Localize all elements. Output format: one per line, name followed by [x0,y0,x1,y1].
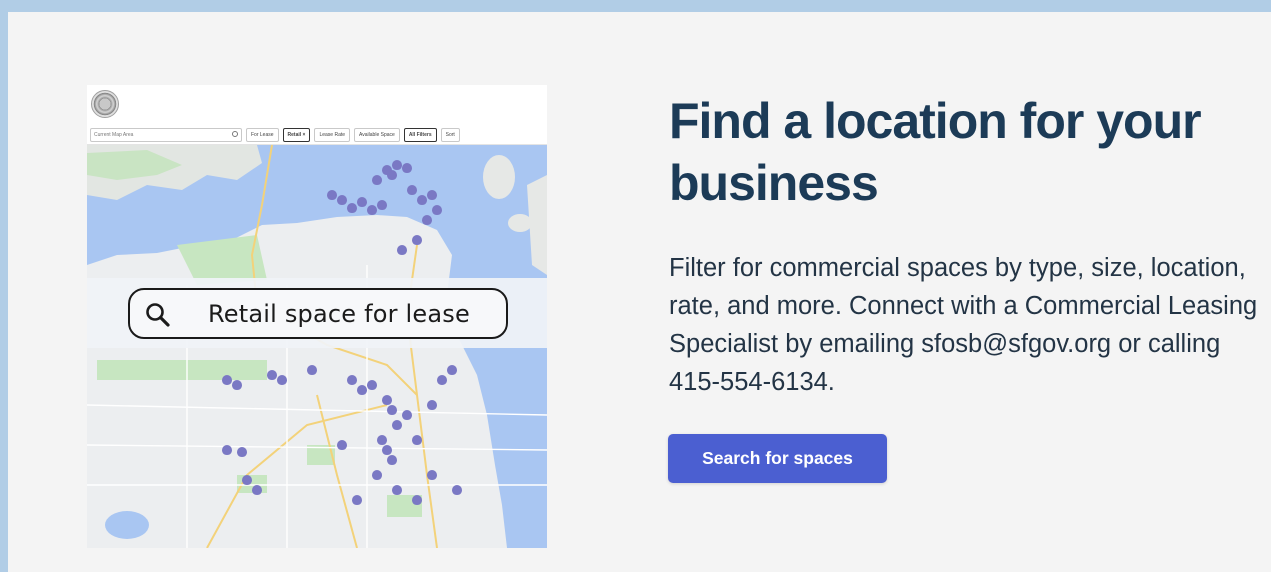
listing-pin [392,420,402,430]
listing-pin [392,160,402,170]
listing-pin [412,235,422,245]
listing-pin [427,470,437,480]
listing-pin [382,445,392,455]
listing-pin [372,470,382,480]
map-preview-image: Current Map Area For Lease Retail × Leas… [87,85,547,548]
listing-pin [402,410,412,420]
listing-pin [277,375,287,385]
map-search-field: Current Map Area [90,127,242,142]
listing-pin [422,215,432,225]
listing-pin [367,380,377,390]
city-seal-icon [91,90,119,118]
listing-pin [427,190,437,200]
listing-pin [222,445,232,455]
listing-pin [387,405,397,415]
filter-chip-retail: Retail × [282,127,311,142]
section-heading: Find a location for your business [669,93,1202,211]
listing-pin [232,380,242,390]
map-preview-header [87,85,547,123]
listing-pin [387,170,397,180]
listing-pin [407,185,417,195]
listing-pin [377,435,387,445]
listing-pin [412,495,422,505]
listing-pin [357,385,367,395]
listing-pin [377,200,387,210]
listing-pin [372,175,382,185]
listing-pin [327,190,337,200]
filter-chip-lease-type: For Lease [246,127,279,142]
listing-pin [347,375,357,385]
promo-card: Current Map Area For Lease Retail × Leas… [8,12,1271,572]
listing-pin [357,197,367,207]
mini-search-icon [232,130,238,137]
listing-pin [242,475,252,485]
listing-pin [432,205,442,215]
listing-pin [452,485,462,495]
filter-chip-sort: Sort [440,127,460,142]
listing-pin [307,365,317,375]
filter-chip-lease-rate: Lease Rate [314,127,351,142]
filter-chip-available-space: Available Space [354,127,400,142]
listing-pin [347,203,357,213]
listing-pin [402,163,412,173]
filter-chip-all-filters: All Filters [403,127,437,142]
listing-pin [437,375,447,385]
listing-pin [337,440,347,450]
listing-pin [417,195,427,205]
map-filter-bar: Current Map Area For Lease Retail × Leas… [87,125,547,145]
listing-pin [267,370,277,380]
listing-pin [367,205,377,215]
listing-pin [237,447,247,457]
listing-pin [387,455,397,465]
search-icon [146,303,170,327]
search-spaces-button[interactable]: Search for spaces [668,434,887,483]
listing-pin [427,400,437,410]
listing-pin [352,495,362,505]
search-overlay-pill: Retail space for lease [128,288,508,339]
listing-pin [392,485,402,495]
listing-pin [447,365,457,375]
listing-pin [337,195,347,205]
section-description: Filter for commercial spaces by type, si… [669,254,1258,396]
search-overlay-text: Retail space for lease [208,300,470,328]
listing-pin [397,245,407,255]
listing-pin [222,375,232,385]
listing-pin [382,395,392,405]
listing-pin [412,435,422,445]
listing-pin [252,485,262,495]
